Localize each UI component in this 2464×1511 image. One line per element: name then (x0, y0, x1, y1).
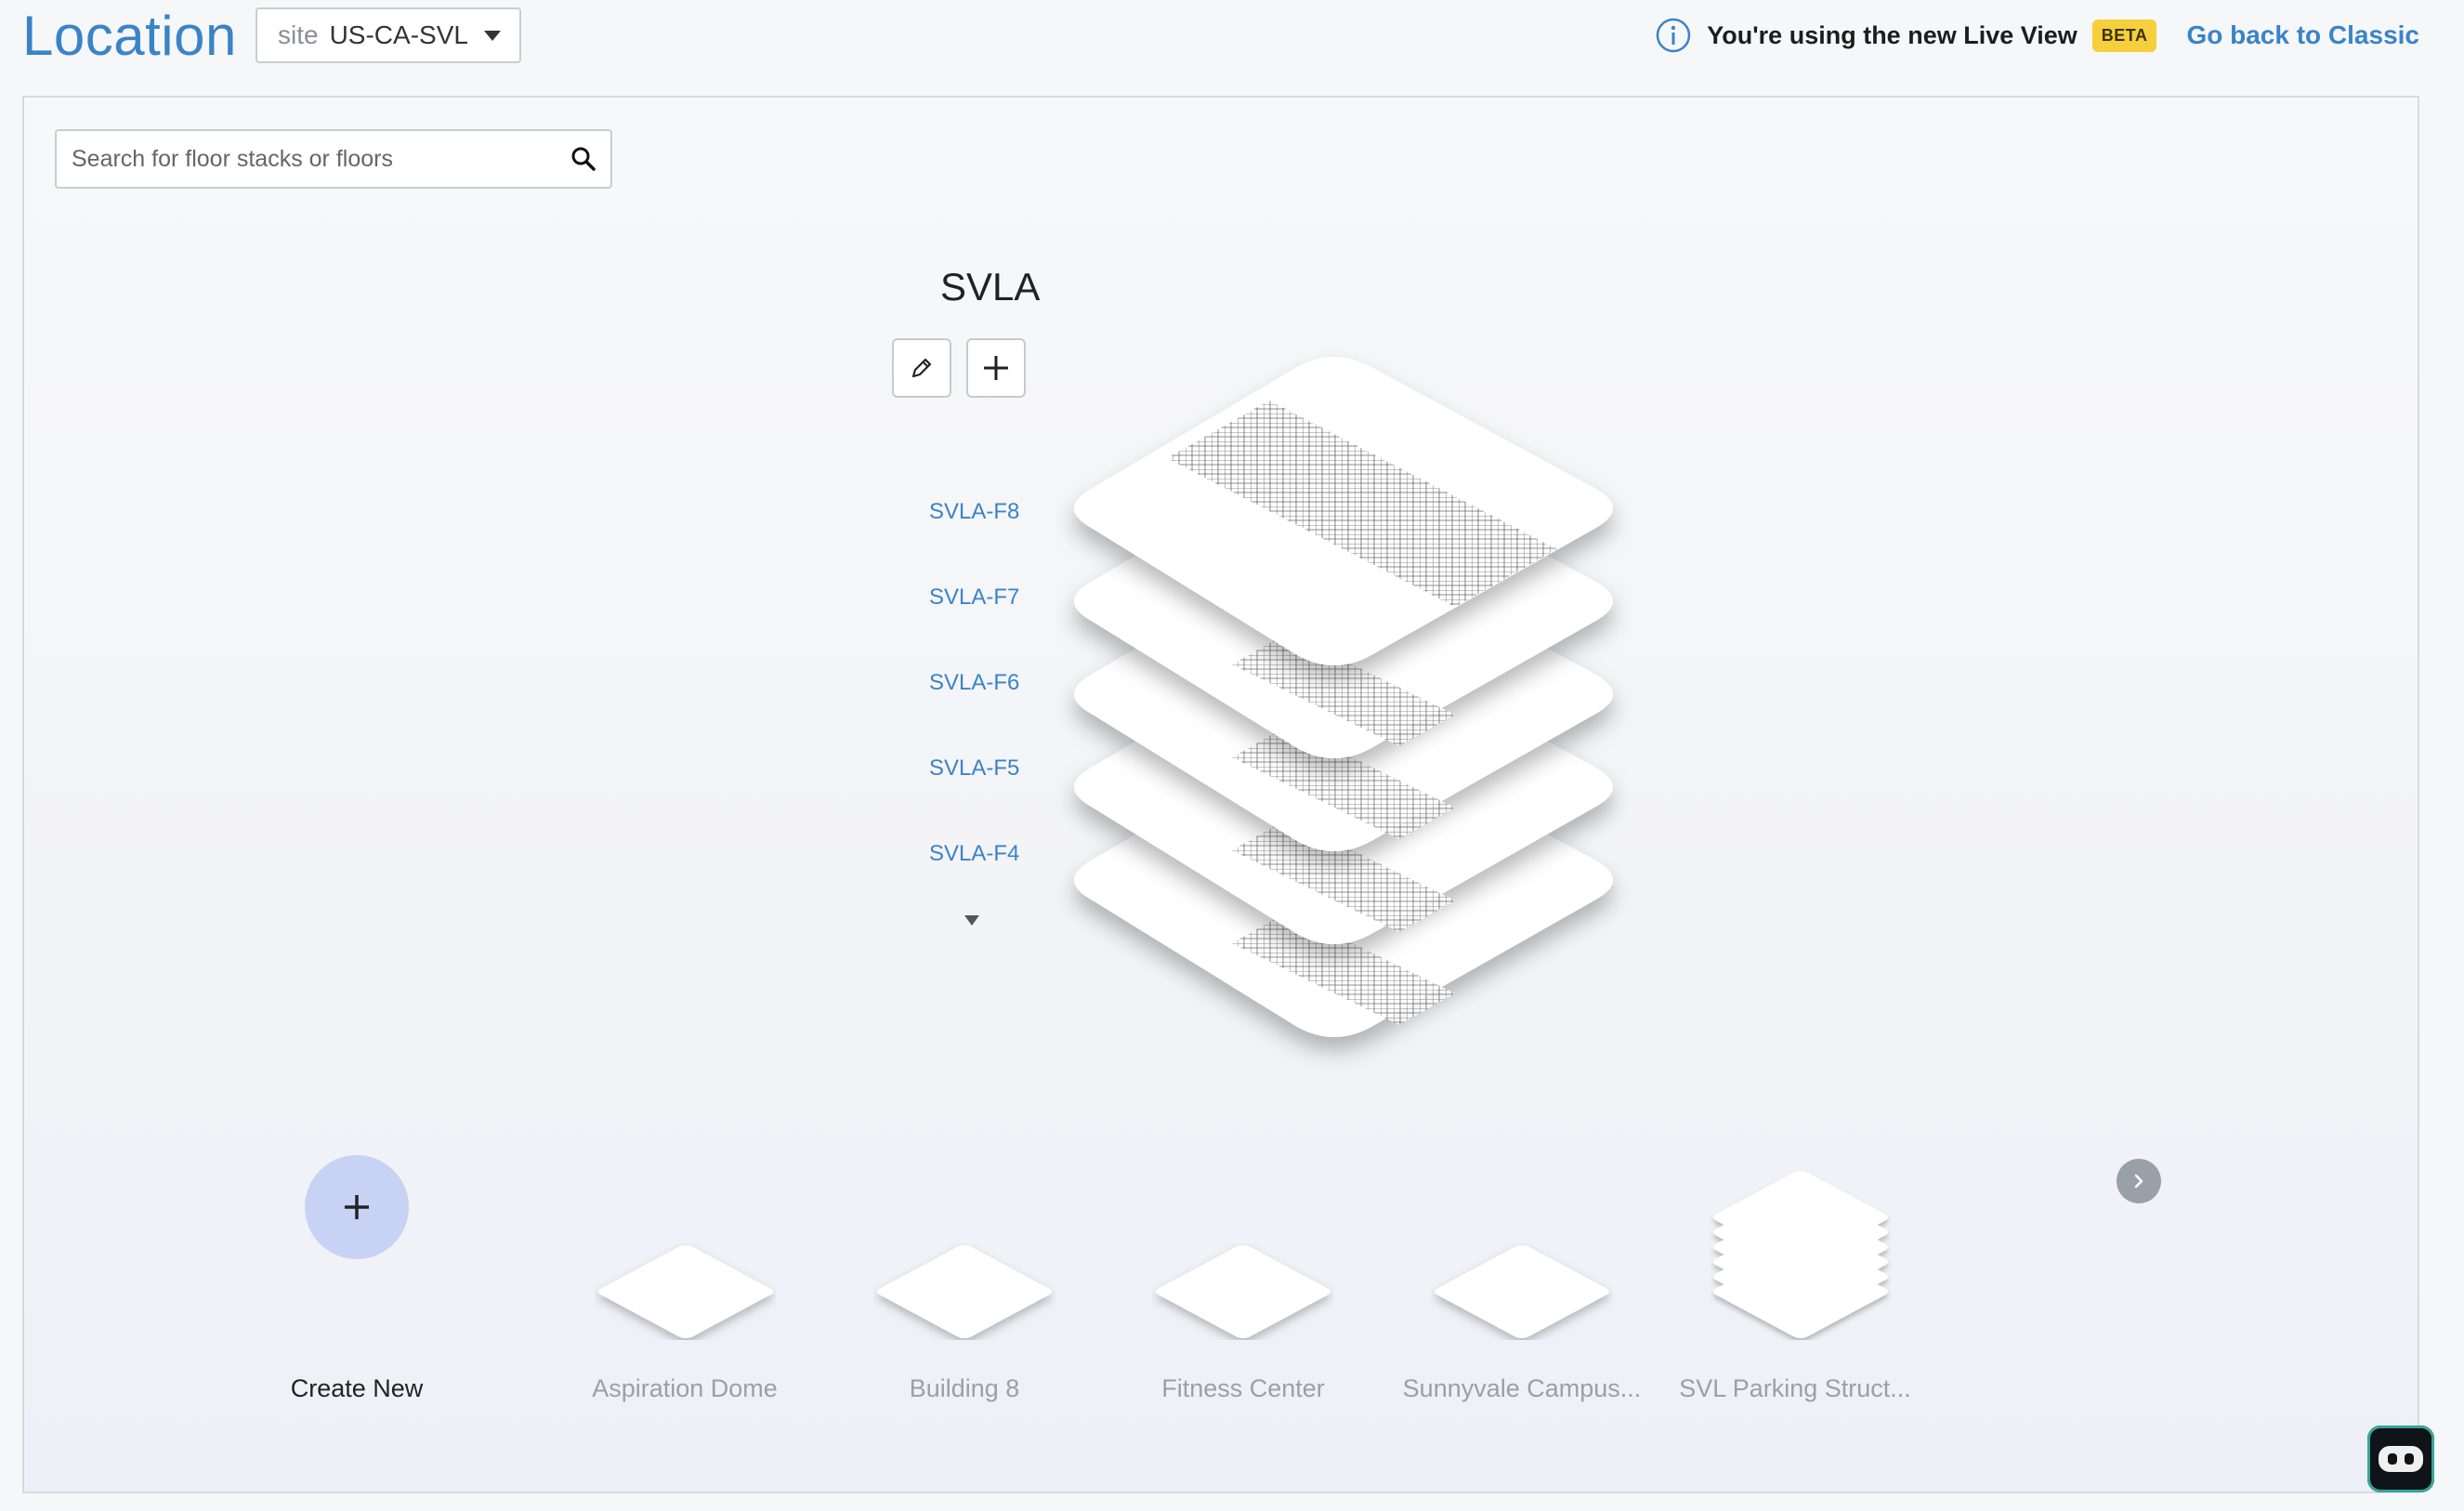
site-selector-prefix: site (278, 20, 319, 49)
go-back-classic-link[interactable]: Go back to Classic (2186, 20, 2419, 50)
plus-icon (345, 1195, 369, 1219)
add-floor-button[interactable] (966, 338, 1026, 398)
site-selector[interactable]: site US-CA-SVL (256, 7, 521, 63)
building-label-sunnyvale-campus[interactable]: Sunnyvale Campus... (1383, 1374, 1661, 1403)
live-view-notice: You're using the new Live View BETA Go b… (1553, 11, 2464, 59)
info-icon (1657, 18, 1691, 53)
create-new-label[interactable]: Create New (217, 1374, 496, 1403)
expand-floors-caret-icon[interactable] (964, 915, 979, 926)
building-label-building-8[interactable]: Building 8 (825, 1374, 1104, 1403)
building-label-fitness-center[interactable]: Fitness Center (1104, 1374, 1383, 1403)
floor-link-f5[interactable]: SVLA-F5 (929, 756, 1019, 782)
building-tile-sunnyvale-campus[interactable] (1431, 1243, 1613, 1340)
building-tile-fitness-center[interactable] (1152, 1243, 1334, 1340)
floor-link-f6[interactable]: SVLA-F6 (929, 670, 1019, 696)
building-label-svl-parking-structure[interactable]: SVL Parking Struct... (1656, 1374, 1934, 1403)
site-selector-value: US-CA-SVL (329, 20, 468, 49)
chatbot-button[interactable] (2367, 1426, 2434, 1492)
building-label-aspiration-dome[interactable]: Aspiration Dome (545, 1374, 824, 1403)
floor-link-f7[interactable]: SVLA-F7 (929, 585, 1019, 611)
chatbot-icon (2379, 1446, 2423, 1472)
building-tile-aspiration-dome[interactable] (595, 1243, 777, 1340)
chevron-right-icon (2134, 1174, 2143, 1189)
floor-stack-graphic[interactable] (1055, 330, 1632, 1129)
notice-text: You're using the new Live View (1707, 20, 2077, 49)
search-box (55, 129, 612, 189)
page-title: Location (22, 5, 237, 67)
building-tile-svl-parking-structure[interactable] (1710, 1169, 1892, 1340)
floor-stack-title: SVLA (940, 265, 1041, 309)
plus-icon (984, 356, 1008, 380)
pencil-icon (911, 358, 932, 378)
search-icon[interactable] (570, 145, 597, 173)
building-tile-building-8[interactable] (873, 1243, 1055, 1340)
chevron-down-icon (484, 30, 501, 41)
search-input[interactable] (72, 145, 570, 173)
beta-badge: BETA (2091, 19, 2157, 52)
carousel-next-button[interactable] (2117, 1159, 2161, 1203)
edit-stack-button[interactable] (892, 338, 951, 398)
create-new-button[interactable] (305, 1155, 409, 1259)
floor-link-f4[interactable]: SVLA-F4 (929, 841, 1019, 867)
floor-link-f8[interactable]: SVLA-F8 (929, 499, 1019, 525)
